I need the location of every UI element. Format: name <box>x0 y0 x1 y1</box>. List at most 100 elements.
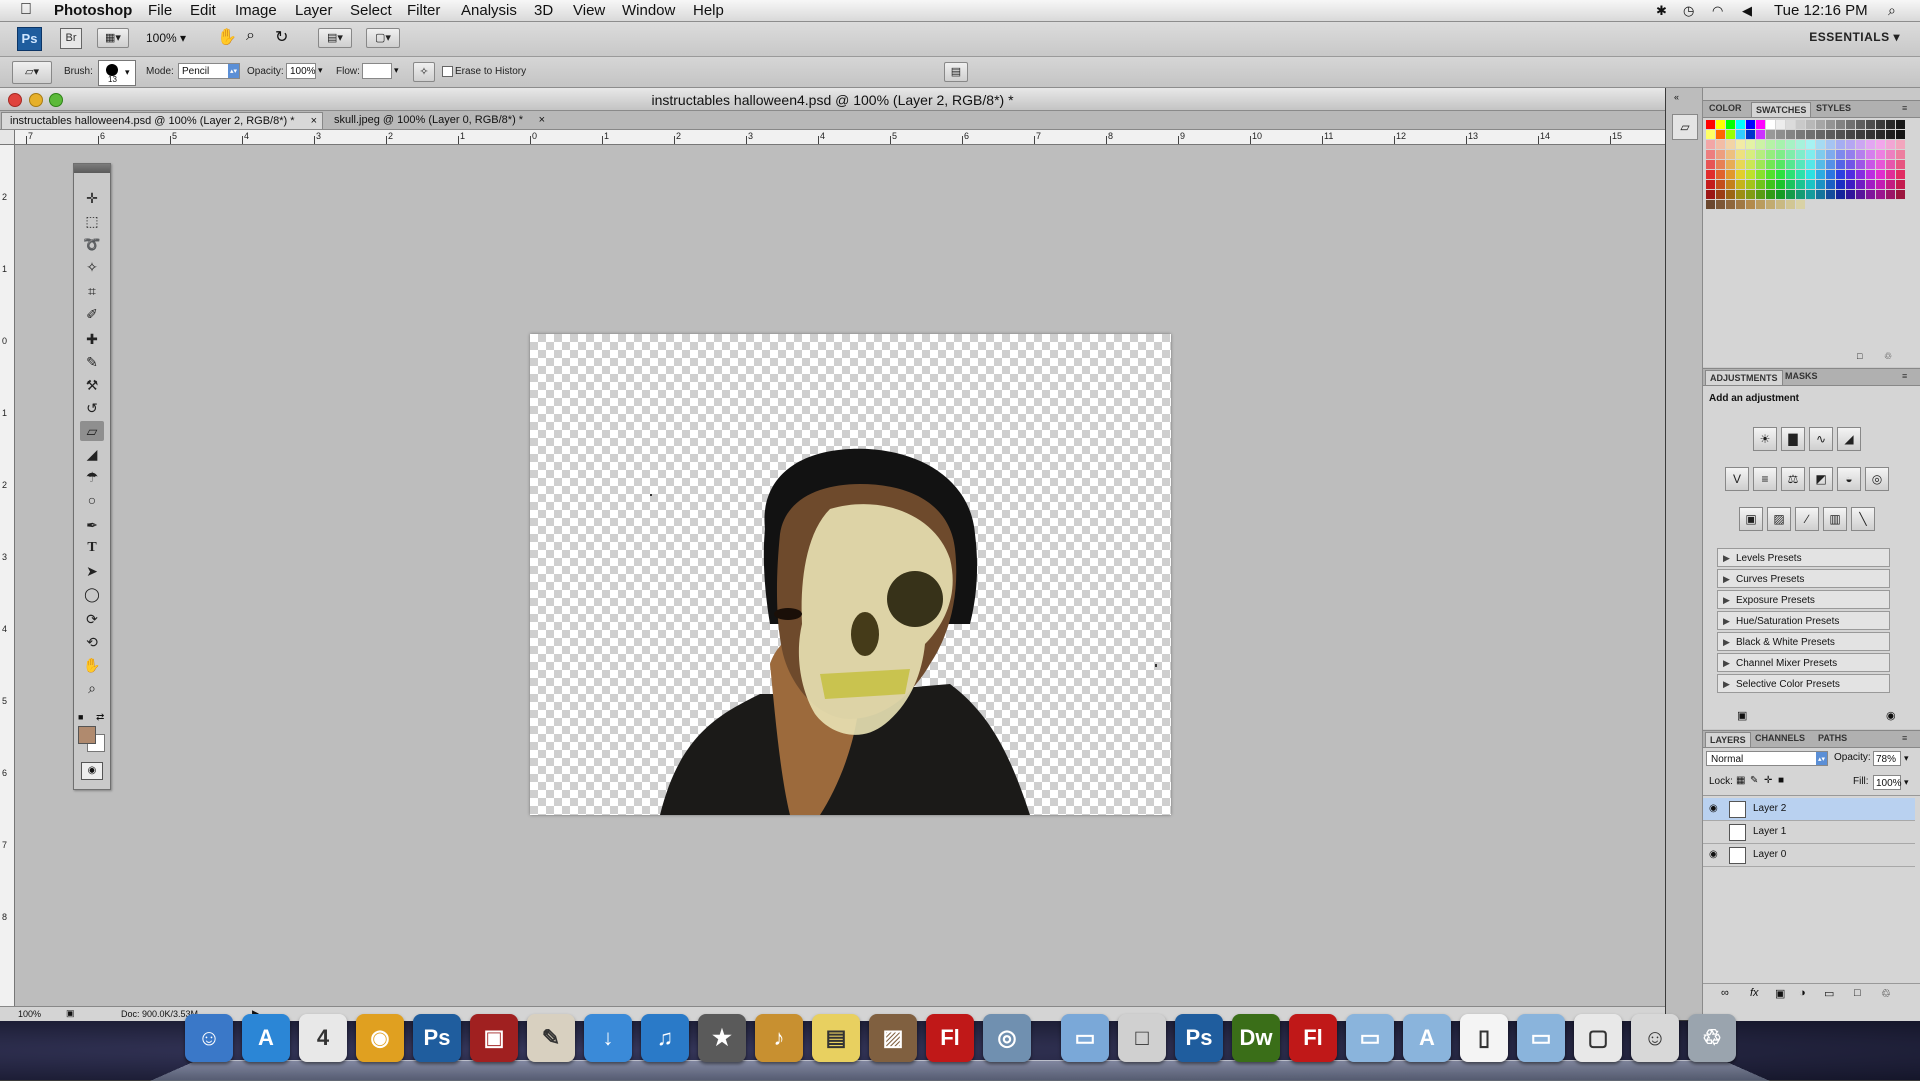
lock-image-icon[interactable]: ✎ <box>1750 775 1758 786</box>
color-swatch[interactable] <box>1706 130 1715 139</box>
lock-position-icon[interactable]: ✛ <box>1764 775 1772 786</box>
color-swatch[interactable] <box>1846 180 1855 189</box>
color-swatch[interactable] <box>1876 160 1885 169</box>
color-swatch[interactable] <box>1866 170 1875 179</box>
color-swatch[interactable] <box>1776 160 1785 169</box>
pen-tool-icon[interactable]: ✒ <box>80 515 104 535</box>
color-swatch[interactable] <box>1856 150 1865 159</box>
flash-icon[interactable]: Fl <box>926 1014 974 1062</box>
quick-selection-tool-icon[interactable]: ✧ <box>80 257 104 277</box>
lock-all-icon[interactable]: ■ <box>1778 775 1784 786</box>
tab-halloween4[interactable]: instructables halloween4.psd @ 100% (Lay… <box>1 112 323 129</box>
new-group-icon[interactable]: ▭ <box>1824 987 1834 1000</box>
blend-mode-select[interactable]: Normal ▴▾ <box>1706 751 1828 766</box>
vertical-ruler[interactable]: 21012345678 <box>0 130 15 1006</box>
time-machine-icon[interactable]: ◷ <box>1683 1 1694 20</box>
color-swatch[interactable] <box>1866 120 1875 129</box>
layer-fill-field[interactable]: 100% <box>1873 775 1901 790</box>
preset-exposure[interactable]: ▶ Exposure Presets <box>1717 590 1890 609</box>
color-swatch[interactable] <box>1806 120 1815 129</box>
color-swatch[interactable] <box>1806 140 1815 149</box>
black-white-icon[interactable]: ◩ <box>1809 467 1833 491</box>
color-swatch[interactable] <box>1726 190 1735 199</box>
brush-picker[interactable]: 13 ▾ <box>98 60 136 86</box>
color-swatch[interactable] <box>1746 170 1755 179</box>
color-swatch[interactable] <box>1856 130 1865 139</box>
3d-orbit-tool-icon[interactable]: ⟲ <box>80 632 104 652</box>
layer-row-layer-1[interactable]: Layer 1 <box>1703 821 1915 844</box>
bluetooth-icon[interactable]: ✱ <box>1656 1 1667 20</box>
color-swatch[interactable] <box>1846 150 1855 159</box>
dodge-tool-icon[interactable]: ○ <box>80 490 104 510</box>
tools-panel-header[interactable] <box>74 164 110 173</box>
gradient-map-icon[interactable]: ▥ <box>1823 507 1847 531</box>
color-swatch[interactable] <box>1826 140 1835 149</box>
color-swatch[interactable] <box>1716 190 1725 199</box>
color-swatch[interactable] <box>1826 150 1835 159</box>
color-swatch[interactable] <box>1816 140 1825 149</box>
color-swatch[interactable] <box>1746 150 1755 159</box>
color-swatch[interactable] <box>1806 190 1815 199</box>
color-swatch[interactable] <box>1806 170 1815 179</box>
delete-swatch-icon[interactable]: ♲ <box>1884 351 1892 362</box>
eyedropper-tool-icon[interactable]: ✐ <box>80 304 104 324</box>
color-swatch[interactable] <box>1766 160 1775 169</box>
preset-black-white[interactable]: ▶ Black & White Presets <box>1717 632 1890 651</box>
color-swatch[interactable] <box>1776 130 1785 139</box>
layer-row-layer-2[interactable]: ◉ Layer 2 <box>1703 798 1915 821</box>
color-swatch[interactable] <box>1886 190 1895 199</box>
selective-color-icon[interactable]: ╲ <box>1851 507 1875 531</box>
documents-folder-icon[interactable]: ▭ <box>1346 1014 1394 1062</box>
color-swatch[interactable] <box>1776 190 1785 199</box>
color-swatch[interactable] <box>1836 160 1845 169</box>
mode-select[interactable]: Pencil ▴▾ <box>178 63 240 79</box>
healing-brush-tool-icon[interactable]: ✚ <box>80 329 104 349</box>
color-swatch[interactable] <box>1846 200 1855 209</box>
app-store-icon[interactable]: A <box>242 1014 290 1062</box>
color-swatch[interactable] <box>1796 170 1805 179</box>
color-swatch[interactable] <box>1786 200 1795 209</box>
menu-help[interactable]: Help <box>693 1 724 20</box>
color-swatch[interactable] <box>1756 170 1765 179</box>
color-swatch[interactable] <box>1886 140 1895 149</box>
color-swatch[interactable] <box>1736 170 1745 179</box>
iphoto-icon[interactable]: ▨ <box>869 1014 917 1062</box>
color-swatch[interactable] <box>1796 190 1805 199</box>
lock-transparent-icon[interactable]: ▦ <box>1736 775 1745 786</box>
tab-paths[interactable]: PATHS <box>1814 733 1851 743</box>
color-swatch[interactable] <box>1776 200 1785 209</box>
color-swatch[interactable] <box>1826 190 1835 199</box>
color-swatch[interactable] <box>1866 190 1875 199</box>
color-swatch[interactable] <box>1756 190 1765 199</box>
color-swatch[interactable] <box>1806 130 1815 139</box>
color-swatch[interactable] <box>1896 170 1905 179</box>
lasso-tool-icon[interactable]: ➰ <box>80 234 104 254</box>
screenshot-icon[interactable]: ▢ <box>1574 1014 1622 1062</box>
color-swatch[interactable] <box>1766 130 1775 139</box>
color-swatch[interactable] <box>1876 130 1885 139</box>
quick-mask-icon[interactable]: ◉ <box>81 762 103 780</box>
curves-icon[interactable]: ∿ <box>1809 427 1833 451</box>
color-swatch[interactable] <box>1866 140 1875 149</box>
add-mask-icon[interactable]: ▣ <box>1775 987 1785 1000</box>
spotlight-icon[interactable]: ⌕ <box>1888 1 1896 20</box>
color-swatch[interactable] <box>1896 200 1905 209</box>
color-swatch[interactable] <box>1886 130 1895 139</box>
color-swatch[interactable] <box>1846 170 1855 179</box>
tab-color[interactable]: COLOR <box>1705 103 1746 113</box>
color-swatch[interactable] <box>1886 160 1895 169</box>
color-swatch[interactable] <box>1856 180 1865 189</box>
delete-layer-icon[interactable]: ♲ <box>1881 987 1891 1000</box>
color-swatch[interactable] <box>1756 160 1765 169</box>
move-tool-icon[interactable]: ✛ <box>80 188 104 208</box>
color-swatch[interactable] <box>1796 180 1805 189</box>
close-tab-icon[interactable]: × <box>311 113 317 130</box>
tool-preset-picker[interactable]: ▱▾ <box>12 61 52 84</box>
preset-curves[interactable]: ▶ Curves Presets <box>1717 569 1890 588</box>
color-swatch[interactable] <box>1896 140 1905 149</box>
swap-colors-icon[interactable]: ⇄ <box>96 712 104 723</box>
status-zoom[interactable]: 100% <box>18 1009 41 1019</box>
color-swatch[interactable] <box>1736 140 1745 149</box>
color-swatch[interactable] <box>1716 160 1725 169</box>
color-swatch[interactable] <box>1766 170 1775 179</box>
